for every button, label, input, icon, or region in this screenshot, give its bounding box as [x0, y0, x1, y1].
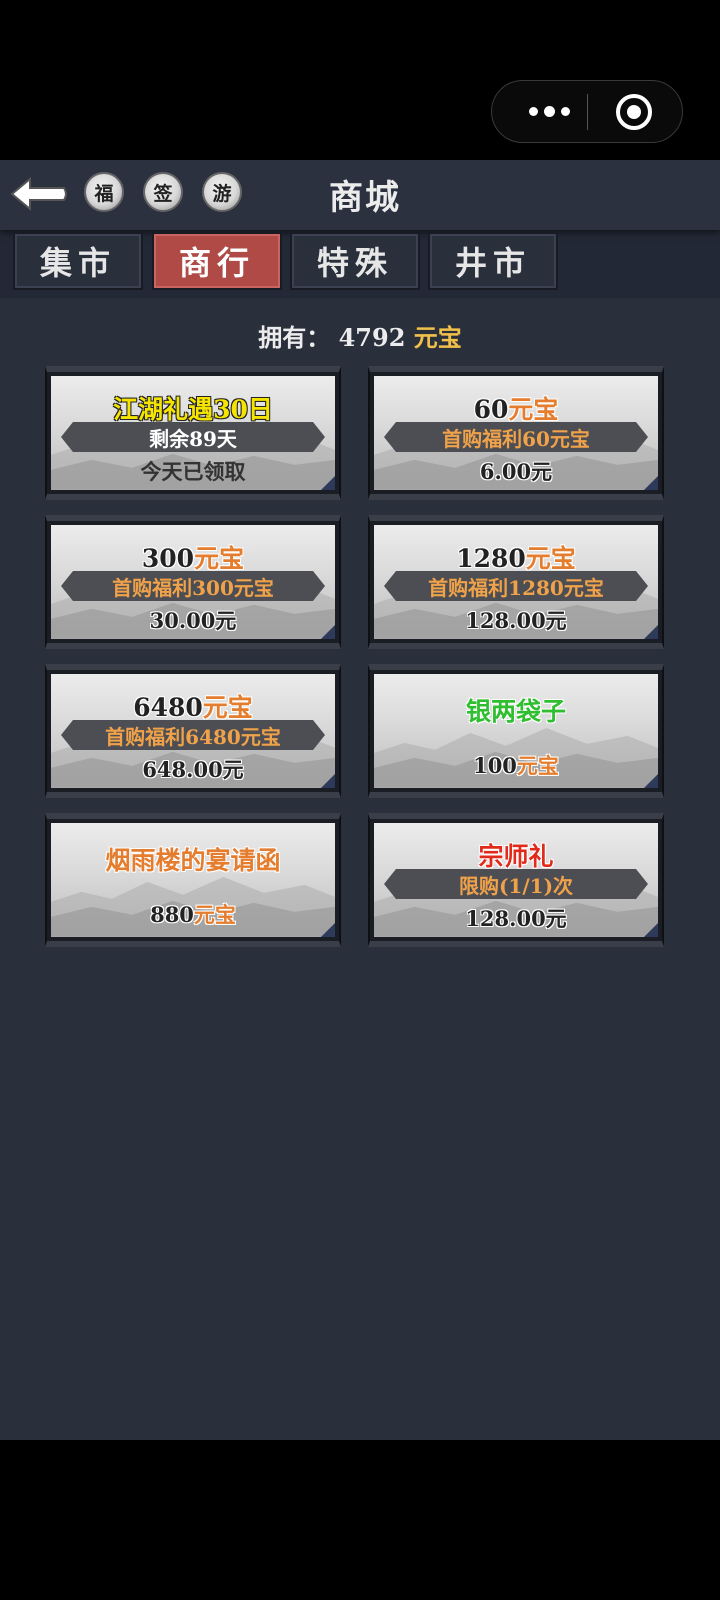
- product-price: 880元宝: [51, 899, 335, 929]
- product-price: 128.00元: [465, 608, 567, 633]
- product-name: 宗师礼: [478, 842, 554, 871]
- product-name: 1280元宝: [374, 539, 658, 575]
- tab-well-market[interactable]: 井市: [428, 232, 558, 290]
- product-price: 648.00元: [142, 757, 244, 782]
- product-price: 30.00元: [149, 608, 237, 633]
- product-unit: 元宝: [525, 544, 576, 573]
- product-ribbon: 首购福利1280元宝: [384, 571, 648, 601]
- product-card-banquet-invitation[interactable]: 烟雨楼的宴请函 880元宝: [45, 813, 341, 947]
- fortune-button[interactable]: 福: [84, 172, 124, 212]
- card-face: 1280元宝 首购福利1280元宝 128.00元: [374, 525, 658, 639]
- status-area: [0, 0, 720, 160]
- page-fold-icon: [321, 774, 335, 788]
- product-ribbon: 限购(1/1)次: [384, 869, 648, 899]
- product-card-1280-yuanbao[interactable]: 1280元宝 首购福利1280元宝 128.00元: [368, 515, 664, 649]
- card-face: 300元宝 首购福利300元宝 30.00元: [51, 525, 335, 639]
- miniprogram-capsule: [491, 80, 683, 143]
- bottom-bar: [0, 1440, 720, 1600]
- ribbon-text: 限购(1/1)次: [458, 873, 574, 898]
- product-price: 6.00元: [479, 459, 553, 484]
- product-amount: 60: [473, 395, 509, 424]
- product-name: 60元宝: [374, 390, 658, 426]
- shop-screen: 福 签 游 商城 集市 商行 特殊 井市 拥有： 4792 元宝 江湖礼遇30日…: [0, 160, 720, 1440]
- balance-amount: 4792: [338, 323, 406, 352]
- product-name: 江湖礼遇30日: [113, 395, 273, 424]
- card-face: 银两袋子 100元宝: [374, 674, 658, 788]
- page-fold-icon: [321, 476, 335, 490]
- shop-header: 福 签 游 商城: [0, 160, 720, 230]
- sign-in-button[interactable]: 签: [143, 172, 183, 212]
- product-name: 银两袋子: [465, 697, 566, 726]
- page-fold-icon: [321, 625, 335, 639]
- page-fold-icon: [644, 923, 658, 937]
- balance-label: 拥有：: [258, 323, 331, 352]
- tab-market[interactable]: 集市: [13, 232, 143, 290]
- tab-store[interactable]: 商行: [152, 232, 282, 290]
- ribbon-text: 首购福利1280元宝: [428, 575, 604, 600]
- close-miniprogram-icon[interactable]: [616, 94, 652, 130]
- card-face: 宗师礼 限购(1/1)次 128.00元: [374, 823, 658, 937]
- product-unit: 元宝: [202, 693, 253, 722]
- ribbon-text: 首购福利60元宝: [442, 426, 590, 451]
- more-menu-icon[interactable]: [520, 81, 578, 142]
- ribbon-text: 首购福利6480元宝: [105, 724, 281, 749]
- tab-special[interactable]: 特殊: [290, 232, 420, 290]
- product-ribbon: 首购福利60元宝: [384, 422, 648, 452]
- page-fold-icon: [644, 625, 658, 639]
- card-face: 烟雨楼的宴请函 880元宝: [51, 823, 335, 937]
- product-card-silver-bag[interactable]: 银两袋子 100元宝: [368, 664, 664, 798]
- capsule-divider: [587, 94, 588, 130]
- product-panel: 拥有： 4792 元宝 江湖礼遇30日 剩余89天 今天已领取 60元宝 首购福…: [0, 298, 720, 1440]
- price-unit: 元宝: [193, 902, 236, 927]
- product-ribbon: 剩余89天: [61, 422, 325, 452]
- ribbon-text: 剩余89天: [149, 426, 237, 451]
- product-amount: 1280: [456, 544, 526, 573]
- travel-button[interactable]: 游: [202, 172, 242, 212]
- page-fold-icon: [644, 476, 658, 490]
- product-ribbon: 首购福利6480元宝: [61, 720, 325, 750]
- card-face: 60元宝 首购福利60元宝 6.00元: [374, 376, 658, 490]
- price-amount: 100: [473, 753, 517, 778]
- sign-in-button-label: 签: [153, 182, 173, 205]
- page-fold-icon: [644, 774, 658, 788]
- ribbon-text: 首购福利300元宝: [112, 575, 274, 600]
- product-unit: 元宝: [508, 395, 559, 424]
- product-amount: 6480: [133, 693, 203, 722]
- travel-button-label: 游: [212, 182, 232, 205]
- page-fold-icon: [321, 923, 335, 937]
- product-card-grandmaster-gift[interactable]: 宗师礼 限购(1/1)次 128.00元: [368, 813, 664, 947]
- product-status: 今天已领取: [140, 459, 246, 484]
- balance-unit: 元宝: [413, 323, 462, 352]
- product-name: 300元宝: [51, 539, 335, 575]
- product-card-6480-yuanbao[interactable]: 6480元宝 首购福利6480元宝 648.00元: [45, 664, 341, 798]
- product-card-60-yuanbao[interactable]: 60元宝 首购福利60元宝 6.00元: [368, 366, 664, 500]
- price-unit: 元宝: [516, 753, 559, 778]
- product-name: 烟雨楼的宴请函: [105, 846, 281, 875]
- product-ribbon: 首购福利300元宝: [61, 571, 325, 601]
- balance-display: 拥有： 4792 元宝: [0, 318, 720, 353]
- card-face: 6480元宝 首购福利6480元宝 648.00元: [51, 674, 335, 788]
- product-price: 128.00元: [465, 906, 567, 931]
- product-card-jianghu-pass[interactable]: 江湖礼遇30日 剩余89天 今天已领取: [45, 366, 341, 500]
- product-name: 6480元宝: [51, 688, 335, 724]
- product-amount: 300: [141, 544, 195, 573]
- product-unit: 元宝: [194, 544, 245, 573]
- back-arrow-icon[interactable]: [8, 174, 70, 214]
- product-price: 100元宝: [374, 750, 658, 780]
- product-card-300-yuanbao[interactable]: 300元宝 首购福利300元宝 30.00元: [45, 515, 341, 649]
- card-face: 江湖礼遇30日 剩余89天 今天已领取: [51, 376, 335, 490]
- price-amount: 880: [150, 902, 194, 927]
- page-title: 商城: [329, 178, 401, 218]
- fortune-button-label: 福: [94, 182, 114, 205]
